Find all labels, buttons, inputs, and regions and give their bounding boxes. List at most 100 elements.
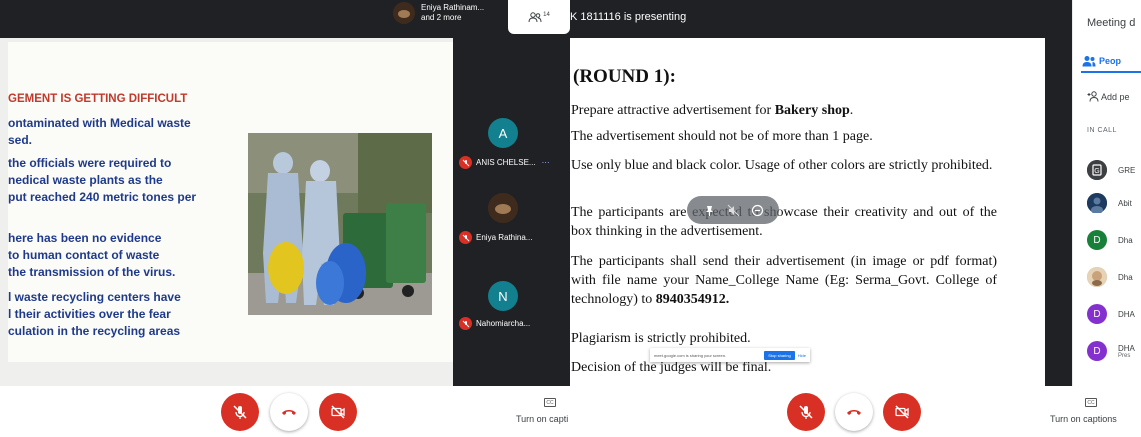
avatar (488, 193, 518, 223)
avatar: G (1087, 160, 1107, 180)
slide-line: the transmission of the virus. (8, 265, 176, 279)
medical-waste-photo (248, 133, 432, 315)
avatar: N (488, 281, 518, 311)
mic-off-icon (799, 405, 813, 419)
more-options-icon[interactable]: ⋯ (542, 158, 550, 167)
participant-name: Dha (1118, 235, 1133, 245)
document-paragraph: Plagiarism is strictly prohibited. (571, 331, 751, 346)
camera-toggle-button[interactable] (883, 393, 921, 431)
captions-icon[interactable]: CC (1085, 398, 1097, 407)
list-item[interactable]: Dha (1087, 267, 1133, 287)
presentation-controls-pill (687, 196, 779, 224)
participant-name: GRE (1118, 165, 1136, 175)
mic-toggle-button[interactable] (787, 393, 825, 431)
avatar (1087, 193, 1107, 213)
participant-tile[interactable]: N Nahomiarcha... (453, 281, 570, 363)
add-people-button[interactable]: Add pe (1101, 92, 1130, 102)
shared-document: (ROUND 1): Prepare attractive advertisem… (570, 38, 1045, 386)
mic-off-icon (459, 156, 472, 169)
people-icon (1082, 56, 1096, 67)
participant-name: Abit (1118, 198, 1132, 208)
slide-line: sed. (8, 133, 33, 147)
slide-line: put reached 240 metric tones per (8, 190, 197, 204)
svg-text:G: G (1094, 168, 1099, 175)
participant-name: DHA (1118, 343, 1135, 353)
left-control-bar: CC Turn on capti (0, 386, 570, 437)
participant-name: Eniya Rathina... (476, 233, 533, 242)
people-button[interactable]: 14 (508, 0, 570, 34)
avatar: D (1087, 341, 1107, 361)
presentation-slide: GEMENT IS GETTING DIFFICULT ontaminated … (8, 42, 453, 362)
participant-role: Pres (1118, 352, 1131, 359)
slide-line: l waste recycling centers have (8, 290, 181, 304)
slide-line: culation in the recycling areas (8, 324, 181, 338)
top-participant-more: and 2 more (421, 13, 462, 22)
share-banner-text: meet.google.com is sharing your screen. (654, 352, 727, 358)
tab-underline (1081, 71, 1141, 73)
participant-name: Nahomiarcha... (476, 319, 531, 328)
captions-label[interactable]: Turn on captions (1050, 414, 1117, 424)
participant-name: Dha (1118, 272, 1133, 282)
hang-up-icon (282, 410, 296, 415)
participant-name: ANIS CHELSE... (476, 158, 536, 167)
right-top-bar: K 1811116 is presenting (570, 0, 1072, 38)
presentation-slide-frame: GEMENT IS GETTING DIFFICULT ontaminated … (0, 38, 453, 386)
slide-line: here has been no evidence (8, 231, 162, 245)
avatar (1087, 267, 1107, 287)
mic-toggle-button[interactable] (221, 393, 259, 431)
hang-up-icon (847, 410, 861, 415)
slide-title: GEMENT IS GETTING DIFFICULT (8, 93, 188, 105)
leave-call-button[interactable] (270, 393, 308, 431)
slide-line: the officials were required to (8, 156, 172, 170)
top-participant-name: Eniya Rathinam... (421, 3, 485, 12)
mic-off-icon (459, 317, 472, 330)
document-paragraph: The participants are expected to showcas… (571, 205, 997, 239)
camera-toggle-button[interactable] (319, 393, 357, 431)
list-item[interactable]: G GRE (1087, 160, 1135, 180)
hide-banner-button[interactable]: Hide (798, 353, 806, 358)
pin-icon[interactable] (703, 204, 716, 217)
participant-name: DHA (1118, 309, 1135, 319)
document-paragraph: Prepare attractive advertisement for Bak… (571, 103, 854, 118)
panel-title: Meeting d (1087, 17, 1136, 29)
left-top-bar: Eniya Rathinam... and 2 more 14 (0, 0, 570, 38)
participant-tile[interactable]: A ANIS CHELSE... ⋯ (453, 118, 570, 200)
remove-icon[interactable] (751, 204, 764, 217)
avatar (393, 2, 415, 24)
document-paragraph: The advertisement should not be of more … (571, 129, 873, 144)
list-item[interactable]: D DHA Pres (1087, 341, 1135, 361)
shared-screen: (ROUND 1): Prepare attractive advertisem… (570, 38, 1072, 386)
list-item[interactable]: D Dha (1087, 230, 1133, 250)
right-control-bar: CC Turn on captions (570, 386, 1141, 437)
list-item[interactable]: Abit (1087, 193, 1132, 213)
camera-off-icon (895, 405, 909, 419)
stage-margin (1045, 38, 1072, 386)
document-heading: (ROUND 1): (573, 66, 676, 87)
avatar: A (488, 118, 518, 148)
avatar: D (1087, 230, 1107, 250)
slide-line: to human contact of waste (8, 248, 160, 262)
mic-off-icon (459, 231, 472, 244)
mic-off-icon (233, 405, 247, 419)
top-participant-chip[interactable]: Eniya Rathinam... and 2 more (393, 2, 484, 24)
people-count: 14 (543, 12, 550, 18)
slide-line: l their activities over the fear (8, 307, 171, 321)
add-person-icon[interactable] (1087, 91, 1099, 102)
presenting-status: K 1811116 is presenting (570, 11, 687, 23)
meeting-details-panel: Meeting d Peop Add pe IN CALL G GRE Abit… (1072, 0, 1141, 386)
participant-tile[interactable]: Eniya Rathina... (453, 193, 570, 275)
list-item[interactable]: D DHA (1087, 304, 1135, 324)
stop-sharing-button[interactable]: Stop sharing (764, 350, 795, 360)
captions-icon[interactable]: CC (544, 398, 556, 407)
document-paragraph: Use only blue and black color. Usage of … (571, 158, 993, 173)
leave-call-button[interactable] (835, 393, 873, 431)
avatar: D (1087, 304, 1107, 324)
in-call-heading: IN CALL (1087, 127, 1117, 134)
screen-share-banner: meet.google.com is sharing your screen. … (650, 348, 810, 362)
document-paragraph: The participants shall send their advert… (571, 254, 997, 307)
captions-label[interactable]: Turn on capti (516, 414, 568, 424)
tab-people[interactable]: Peop (1099, 56, 1121, 66)
people-icon (528, 11, 542, 22)
participant-strip: A ANIS CHELSE... ⋯ Eniya Rathina... N Na… (453, 38, 570, 386)
mute-icon[interactable] (727, 204, 740, 217)
